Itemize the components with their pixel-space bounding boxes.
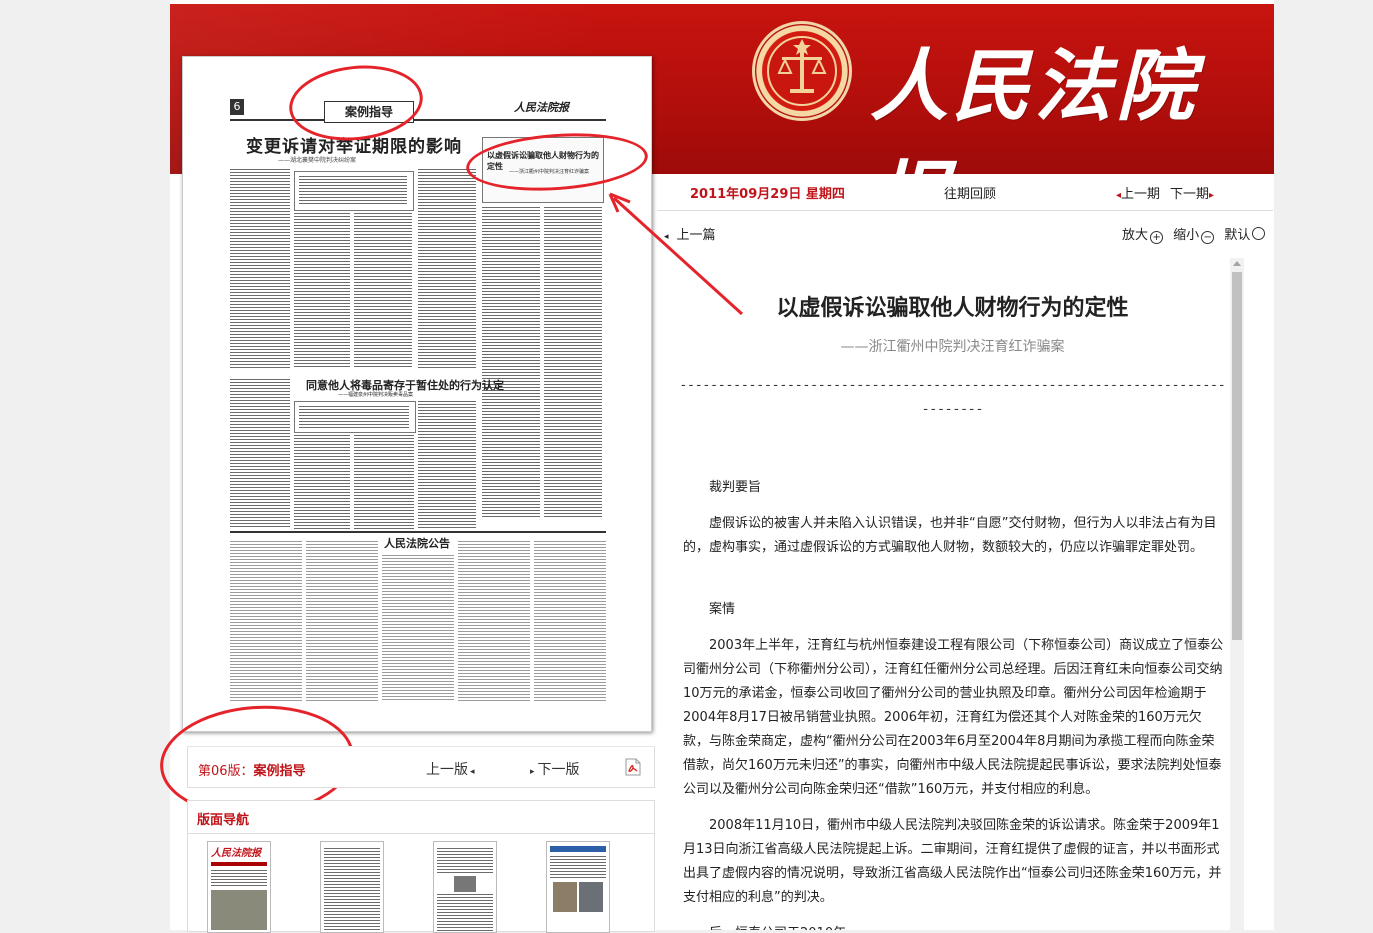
nav-divider [188,833,654,834]
highlighted-article-box[interactable]: 以虚假诉讼骗取他人财物行为的定性 ——浙江衢州中院判决汪育红诈骗案 [482,137,604,203]
text-column [418,401,476,529]
box-subheadline: ——浙江衢州中院判决汪育红诈骗案 [509,169,590,175]
text-column [418,169,476,369]
nav-thumb-page-2[interactable] [320,841,384,933]
notice-text [458,541,530,701]
text-column [544,207,602,517]
article-paragraph: 虚假诉讼的被害人并未陷入认识错误，也并非“自愿”交付财物，但行为人以非法占有为目… [683,516,1217,555]
prev-article-link[interactable]: ◂ 上一篇 [664,224,716,243]
notice-text [230,541,302,701]
current-page-label: 第06版：案例指导 [198,764,306,779]
dashed-divider: ----------------------------------------… [680,378,1228,417]
text-column [354,435,414,529]
text-column [482,207,540,517]
notice-text [382,555,454,701]
text-column [230,169,290,369]
newspaper-page-image[interactable]: 6 人民法院报 案例指导 变更诉请对举证期限的影响 ——湖北襄樊中院判决纠纷案 … [230,99,606,703]
court-emblem-icon [752,21,852,121]
scroll-up-icon[interactable] [1233,261,1241,266]
text-column [294,213,350,369]
headline-1-sub: ——湖北襄樊中院判决纠纷案 [278,157,357,164]
issue-date-bar: 2011年09月29日 星期四 往期回顾 ◂上一期 下一期▸ [690,183,1230,203]
summary-box [294,401,416,433]
headline-2-sub: ——福建泉州中院判决贩卖毒品案 [338,392,414,398]
newspaper-logo: 人民法院报 [514,101,569,114]
headline-1[interactable]: 变更诉请对举证期限的影响 [246,132,462,157]
article-scrollbar[interactable] [1230,258,1244,930]
masthead-title: 人民法院报 [870,41,1199,174]
nav-thumb-page-1[interactable]: 人民法院报 [207,841,271,933]
page-navigation-panel: 版面导航 人民法院报 [187,800,655,933]
article-subtitle: ——浙江衢州中院判决汪育红诈骗案 [840,339,1065,355]
section-divider [230,531,606,533]
page-thumbnail[interactable]: 6 人民法院报 案例指导 变更诉请对举证期限的影响 ——湖北襄樊中院判决纠纷案 … [182,56,652,732]
article-paragraph: 后，恒泰公司于2010年 [683,922,1225,930]
summary-box [294,171,414,211]
nav-thumb-page-4[interactable] [546,841,610,933]
prev-issue-link[interactable]: ◂上一期 [1116,183,1160,202]
section-heading-case: 案情 [709,602,736,617]
zoom-in-button[interactable]: 放大 + [1122,228,1169,244]
circle-icon [1252,227,1266,240]
pdf-icon[interactable] [625,758,641,776]
article-paragraph: 2008年11月10日，衢州市中级人民法院判决驳回陈金荣的诉讼请求。陈金荣于20… [683,818,1222,905]
next-issue-link[interactable]: 下一期▸ [1170,183,1214,202]
article-paragraph: 2003年上半年，汪育红与杭州恒泰建设工程有限公司（下称恒泰公司）商议成立了恒泰… [683,638,1224,797]
court-notice-heading[interactable]: 人民法院公告 [384,535,450,551]
header-divider [657,210,1273,211]
newspaper-header-rule: 6 人民法院报 [230,99,606,121]
scrollbar-thumb[interactable] [1232,272,1242,640]
page-nav-bar: 第06版：案例指导 上一版 ◂ ▸ 下一版 [187,746,655,788]
notice-text [534,541,606,701]
newspaper-page-number: 6 [230,99,244,115]
zoom-default-button[interactable]: 默认 [1224,227,1266,243]
article-content: 以虚假诉讼骗取他人财物行为的定性 ——浙江衢州中院判决汪育红诈骗案 ------… [675,256,1245,930]
zoom-controls: 放大 + 缩小 − 默认 [1122,224,1266,244]
nav-thumb-page-3[interactable] [433,841,497,933]
notice-text [306,541,378,701]
text-column [230,379,290,529]
text-column [294,435,350,529]
prev-page-link[interactable]: 上一版 ◂ [426,759,475,779]
newspaper-section-label: 案例指导 [324,101,414,123]
minus-icon: − [1201,231,1215,244]
text-column [354,213,412,369]
archive-link[interactable]: 往期回顾 [944,183,996,202]
nav-title: 版面导航 [197,813,250,828]
plus-icon: + [1150,231,1164,244]
section-heading-ruling: 裁判要旨 [709,480,762,495]
article-title: 以虚假诉讼骗取他人财物行为的定性 [776,296,1129,321]
next-page-link[interactable]: ▸ 下一版 [530,759,580,779]
zoom-out-button[interactable]: 缩小 − [1173,228,1220,244]
issue-date: 2011年09月29日 星期四 [690,187,845,202]
